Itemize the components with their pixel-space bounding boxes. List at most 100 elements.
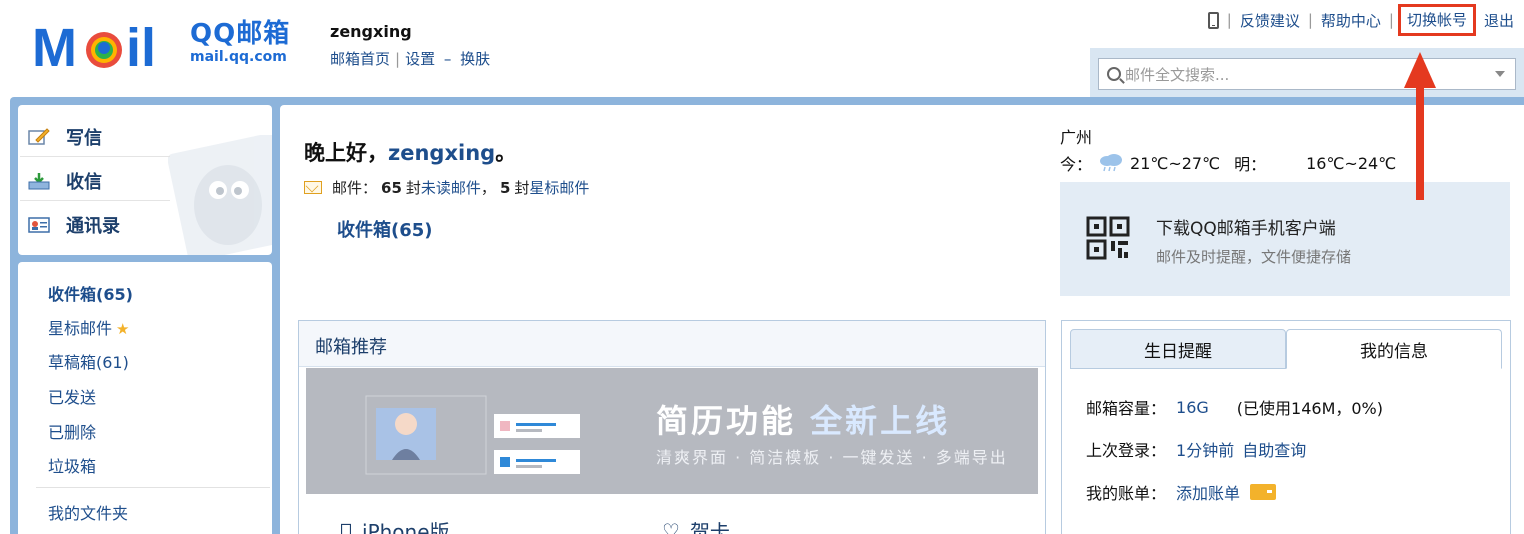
divider bbox=[20, 200, 170, 201]
help-center-link[interactable]: 帮助中心 bbox=[1321, 10, 1381, 31]
my-folders[interactable]: 我的文件夹 bbox=[48, 500, 128, 524]
add-bill-link[interactable]: 添加账单 bbox=[1176, 480, 1240, 504]
feedback-link[interactable]: 反馈建议 bbox=[1240, 10, 1300, 31]
capacity-value: 16G bbox=[1176, 397, 1209, 417]
capacity-used: (已使用146M，0%) bbox=[1236, 399, 1383, 418]
logout-link[interactable]: 退出 bbox=[1484, 10, 1514, 31]
resume-feature-banner[interactable]: 简历功能 全新上线 清爽界面 · 简洁模板 · 一键发送 · 多端导出 bbox=[306, 368, 1038, 494]
greeting-name: zengxing bbox=[388, 141, 496, 165]
compose-label: 写信 bbox=[66, 128, 102, 149]
greeting: 晚上好，zengxing。 bbox=[304, 137, 516, 167]
divider: | bbox=[395, 50, 401, 68]
today-label: 今： bbox=[1060, 155, 1093, 174]
recommend-title: 邮箱推荐 bbox=[315, 337, 387, 358]
contacts-card-icon bbox=[28, 217, 50, 233]
svg-text:M: M bbox=[32, 18, 77, 74]
search-placeholder: 邮件全文搜索... bbox=[1125, 65, 1230, 84]
account-name: zengxing bbox=[330, 22, 412, 41]
unit-label: 封 bbox=[514, 179, 530, 197]
star-icon: ★ bbox=[116, 320, 130, 338]
contacts-button[interactable]: 通讯录 bbox=[28, 212, 120, 238]
annotation-arrow-head bbox=[1404, 52, 1436, 88]
product-name: QQ邮箱 bbox=[190, 19, 291, 49]
top-links: | 反馈建议 | 帮助中心 | 切换帐号 退出 bbox=[1207, 4, 1514, 36]
comma: ， bbox=[480, 179, 496, 197]
tomorrow-label: 明： bbox=[1234, 155, 1267, 174]
folder-deleted[interactable]: 已删除 bbox=[48, 419, 96, 443]
last-login-label: 上次登录： bbox=[1086, 441, 1167, 460]
dash: – bbox=[443, 50, 452, 68]
logo-text: QQ邮箱 mail.qq.com bbox=[190, 20, 290, 66]
inbox-download-icon bbox=[28, 173, 50, 190]
folder-starred[interactable]: 星标邮件 ★ bbox=[48, 315, 129, 339]
divider: | bbox=[1226, 11, 1232, 29]
search-input[interactable]: 邮件全文搜索... bbox=[1098, 58, 1516, 90]
search-icon bbox=[1107, 67, 1121, 81]
qq-penguin-watermark-icon bbox=[168, 135, 272, 255]
banner-title: 简历功能 全新上线 bbox=[656, 396, 950, 442]
card-label: 贺卡 bbox=[689, 520, 730, 534]
app-promo-title: 下载QQ邮箱手机客户端 bbox=[1156, 219, 1336, 239]
divider bbox=[36, 487, 270, 488]
tab-my-info[interactable]: 我的信息 bbox=[1286, 329, 1502, 369]
bill-row: 我的账单： 添加账单 bbox=[1086, 480, 1277, 504]
receive-label: 收信 bbox=[66, 172, 102, 193]
receive-button[interactable]: 收信 bbox=[28, 168, 102, 194]
capacity-row: 邮箱容量： 16G (已使用146M，0%) bbox=[1086, 395, 1383, 419]
wallet-icon bbox=[1250, 484, 1277, 500]
folder-sent[interactable]: 已发送 bbox=[48, 384, 96, 408]
qq-mail-logo[interactable]: M il bbox=[32, 18, 182, 74]
annotation-arrow-shaft bbox=[1416, 84, 1424, 200]
today-temp: 21℃~27℃ bbox=[1130, 153, 1221, 173]
tab-birthday[interactable]: 生日提醒 bbox=[1070, 329, 1286, 369]
capacity-label: 邮箱容量： bbox=[1086, 399, 1167, 418]
envelope-icon bbox=[304, 181, 322, 194]
phone-icon[interactable] bbox=[1207, 11, 1219, 29]
divider: | bbox=[1307, 11, 1313, 29]
contacts-label: 通讯录 bbox=[66, 216, 120, 237]
resume-illustration-icon bbox=[365, 395, 580, 475]
weather-forecast: 今： 21℃~27℃ 明： 16℃~24℃ bbox=[1060, 151, 1396, 175]
switch-account-link[interactable]: 切换帐号 bbox=[1397, 4, 1476, 36]
settings-link[interactable]: 设置 bbox=[405, 50, 435, 68]
tomorrow-temp: 16℃~24℃ bbox=[1306, 153, 1397, 173]
star-count: 5 bbox=[499, 178, 511, 197]
qr-code-icon bbox=[1086, 216, 1130, 260]
skin-link[interactable]: 换肤 bbox=[460, 50, 490, 68]
dropdown-arrow-icon[interactable] bbox=[1495, 71, 1505, 77]
heart-icon: ♡ bbox=[662, 518, 680, 534]
starred-mail-link[interactable]: 星标邮件 bbox=[529, 177, 589, 198]
iphone-label: iPhone版 bbox=[350, 520, 450, 534]
user-links: 邮箱首页 | 设置 – 换肤 bbox=[330, 48, 490, 69]
last-login-value: 1分钟前 bbox=[1176, 441, 1235, 460]
recommend-header: 邮箱推荐 bbox=[299, 321, 1045, 367]
bill-label: 我的账单： bbox=[1086, 484, 1167, 503]
divider bbox=[20, 156, 170, 157]
compose-button[interactable]: 写信 bbox=[28, 124, 102, 150]
inbox-shortcut-link[interactable]: 收件箱(65) bbox=[337, 216, 433, 242]
folder-starred-label: 星标邮件 bbox=[48, 319, 113, 338]
folder-spam[interactable]: 垃圾箱 bbox=[48, 453, 96, 477]
unit-label: 封 bbox=[405, 179, 421, 197]
folder-inbox[interactable]: 收件箱(65) bbox=[48, 281, 133, 305]
mail-home-link[interactable]: 邮箱首页 bbox=[330, 50, 390, 68]
weather-city: 广州 bbox=[1060, 128, 1093, 147]
rain-cloud-icon bbox=[1100, 154, 1123, 172]
greeting-card-link[interactable]: ♡ 贺卡 bbox=[662, 516, 730, 534]
svg-text:il: il bbox=[126, 18, 156, 74]
app-download-promo[interactable]: 下载QQ邮箱手机客户端 邮件及时提醒，文件便捷存储 bbox=[1060, 182, 1510, 296]
greeting-suffix: 。 bbox=[495, 141, 517, 165]
folder-drafts[interactable]: 草稿箱(61) bbox=[48, 349, 129, 373]
apple-icon:  bbox=[340, 519, 352, 534]
product-domain: mail.qq.com bbox=[190, 49, 287, 65]
unread-mail-link[interactable]: 未读邮件 bbox=[421, 177, 481, 198]
self-query-link[interactable]: 自助查询 bbox=[1242, 437, 1306, 461]
info-tabs: 生日提醒 我的信息 bbox=[1070, 329, 1502, 369]
greeting-prefix: 晚上好， bbox=[304, 141, 388, 165]
iphone-app-link[interactable]:  iPhone版 bbox=[340, 516, 450, 534]
app-promo-subtitle: 邮件及时提醒，文件便捷存储 bbox=[1156, 248, 1352, 266]
banner-title-highlight: 全新上线 bbox=[810, 402, 951, 440]
last-login-row: 上次登录： 1分钟前 自助查询 bbox=[1086, 437, 1306, 461]
unread-count: 65 bbox=[381, 178, 402, 197]
banner-subtitle: 清爽界面 · 简洁模板 · 一键发送 · 多端导出 bbox=[656, 448, 1008, 467]
